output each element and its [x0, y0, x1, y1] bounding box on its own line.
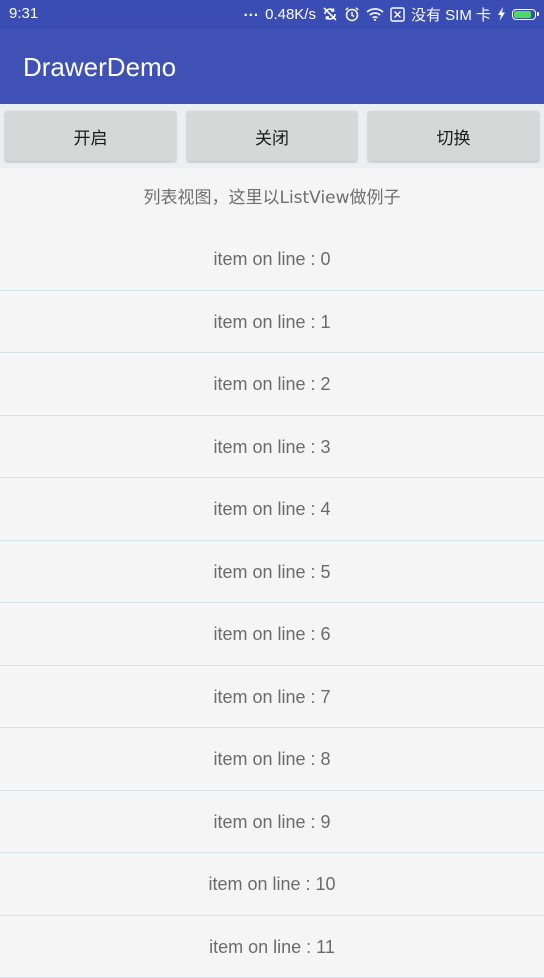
button-row: 开启 关闭 切换 [0, 104, 544, 168]
wifi-icon [366, 7, 384, 21]
app-bar: DrawerDemo [0, 28, 544, 104]
toggle-drawer-button[interactable]: 切换 [368, 111, 539, 161]
list-item[interactable]: item on line : 3 [0, 416, 544, 479]
list-item[interactable]: item on line : 2 [0, 353, 544, 416]
list-item[interactable]: item on line : 5 [0, 541, 544, 604]
status-icons: ... 0.48K/s [244, 4, 536, 24]
list-item[interactable]: item on line : 10 [0, 853, 544, 916]
status-dots: ... [244, 3, 260, 20]
list-item[interactable]: item on line : 8 [0, 728, 544, 791]
alarm-icon [344, 6, 360, 22]
open-drawer-button[interactable]: 开启 [5, 111, 176, 161]
charging-icon [497, 7, 506, 21]
no-sim-label: 没有 SIM 卡 [411, 4, 491, 25]
battery-icon [512, 9, 536, 20]
list-item[interactable]: item on line : 1 [0, 291, 544, 354]
list-item[interactable]: item on line : 6 [0, 603, 544, 666]
battery-level [514, 11, 531, 18]
list-header: 列表视图，这里以ListView做例子 [0, 168, 544, 228]
list-item[interactable]: item on line : 0 [0, 228, 544, 291]
list-view[interactable]: item on line : 0item on line : 1item on … [0, 228, 544, 978]
app-title: DrawerDemo [23, 52, 176, 82]
list-item[interactable]: item on line : 4 [0, 478, 544, 541]
list-item[interactable]: item on line : 11 [0, 916, 544, 978]
list-item[interactable]: item on line : 9 [0, 791, 544, 854]
sync-disabled-icon [322, 6, 338, 22]
no-sim-icon [390, 7, 405, 22]
list-item[interactable]: item on line : 7 [0, 666, 544, 729]
status-time: 9:31 [9, 5, 38, 22]
close-drawer-button[interactable]: 关闭 [187, 111, 357, 161]
network-speed: 0.48K/s [265, 6, 316, 23]
status-bar: 9:31 ... 0.48K/s [0, 0, 544, 28]
